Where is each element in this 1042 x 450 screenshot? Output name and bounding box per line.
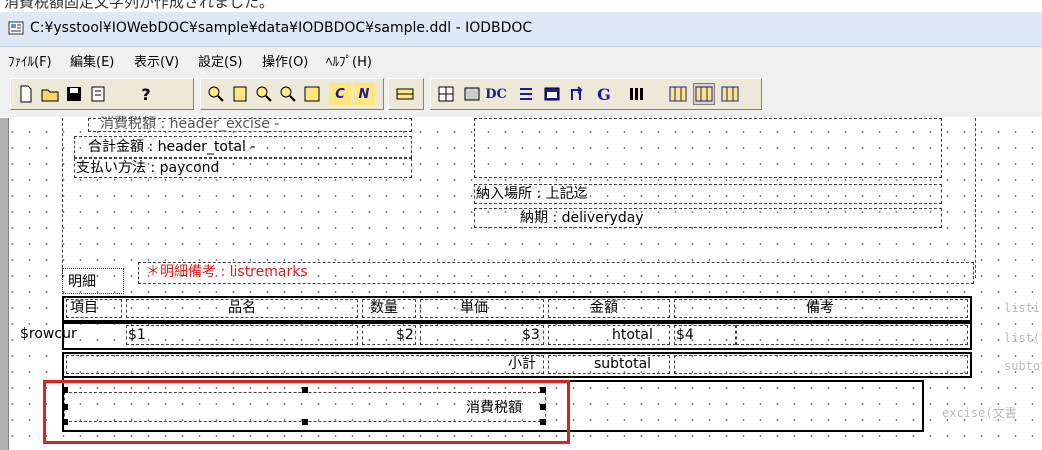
header-qty-text: 数量 <box>370 300 398 316</box>
flow-icon[interactable] <box>567 83 589 105</box>
caption-text: 消費税額固定文字列が作成されました。 <box>4 0 275 11</box>
zoom-out-icon[interactable] <box>253 83 275 105</box>
document-icon[interactable] <box>87 83 109 105</box>
menu-file[interactable]: ﾌｧｲﾙ(F) <box>8 51 52 70</box>
grid-icon[interactable] <box>301 83 323 105</box>
window-title: C:¥ysstool¥IOWebDOC¥sample¥data¥IODBDOC¥… <box>30 20 533 36</box>
header-price-text: 単価 <box>460 300 488 316</box>
header-amount-text: 金額 <box>590 300 618 316</box>
window-icon[interactable] <box>541 83 563 105</box>
detail-price-value: $3 <box>522 327 540 343</box>
zoom-fit-icon[interactable] <box>277 83 299 105</box>
italic-c-icon[interactable]: C <box>329 83 351 105</box>
box-icon[interactable] <box>394 83 416 105</box>
g-icon[interactable]: G <box>593 83 615 105</box>
save-icon[interactable] <box>63 83 85 105</box>
layout3-icon[interactable] <box>719 83 741 105</box>
listremarks-text: ＊明細備考 : listremarks <box>146 264 308 280</box>
toolbar: ? C N DC G <box>0 71 1042 117</box>
help-icon[interactable]: ? <box>135 83 157 105</box>
page-left-guide <box>62 118 63 278</box>
detail-remarks-value: $4 <box>676 327 694 343</box>
align-icon[interactable] <box>515 83 537 105</box>
highlight-box <box>43 380 570 444</box>
subtotal-value: subtotal <box>594 356 652 372</box>
toolbar-group-zoom: C N <box>200 78 384 110</box>
page-right-guide <box>975 118 976 278</box>
delivery-day-text: 納期 : deliveryday <box>520 210 644 226</box>
subtotal-remarks-cell <box>674 355 968 374</box>
canvas-left-ruler <box>0 118 9 450</box>
toolbar-group-box <box>388 78 424 110</box>
open-folder-icon[interactable] <box>39 83 61 105</box>
bars-icon[interactable] <box>625 83 647 105</box>
layout2-icon[interactable] <box>693 83 715 105</box>
detail-qty-value: $2 <box>396 327 414 343</box>
zoom-in-icon[interactable] <box>205 83 227 105</box>
detail-cell-remarks2 <box>736 325 968 345</box>
detail-amount-value: htotal <box>612 327 653 343</box>
header-item-text: 項目 <box>70 300 98 316</box>
frame-icon[interactable] <box>461 83 483 105</box>
address-block[interactable] <box>474 118 942 178</box>
right-note-subtot: subtot <box>1004 359 1042 373</box>
bold-n-icon[interactable]: N <box>353 83 375 105</box>
detail-cell-name <box>126 325 358 345</box>
title-bar: C:¥ysstool¥IOWebDOC¥sample¥data¥IODBDOC¥… <box>0 12 1042 47</box>
dc-icon[interactable]: DC <box>485 83 507 105</box>
caption-strip: 消費税額固定文字列が作成されました。 <box>0 0 1042 12</box>
delivery-place-text: 納入場所 : 上記迄 <box>476 186 588 202</box>
menu-operation[interactable]: 操作(O) <box>262 51 308 70</box>
detail-name-value: $1 <box>128 327 146 343</box>
right-note-listi: listi <box>1004 301 1041 315</box>
right-note-list: list(ﾌ <box>1004 331 1042 345</box>
toolbar-group-objects: DC G <box>430 78 762 110</box>
subtotal-label: 小計 <box>508 356 536 372</box>
page-icon[interactable] <box>229 83 251 105</box>
menu-bar: ﾌｧｲﾙ(F) 編集(E) 表示(V) 設定(S) 操作(O) ﾍﾙﾌﾟ(H) <box>0 47 1042 71</box>
menu-view[interactable]: 表示(V) <box>134 51 179 70</box>
toolbar-group-file: ? <box>10 78 194 110</box>
paycond-text: 支払い方法 : paycond <box>76 160 220 176</box>
layout1-icon[interactable] <box>667 83 689 105</box>
menu-edit[interactable]: 編集(E) <box>70 51 114 70</box>
subtotal-label-cell <box>66 355 544 374</box>
menu-settings[interactable]: 設定(S) <box>198 51 242 70</box>
right-note-excise: excise(文書 <box>942 406 1017 420</box>
header-remarks-text: 備考 <box>806 300 834 316</box>
section-label: 明細 <box>68 274 96 290</box>
menu-help[interactable]: ﾍﾙﾌﾟ(H) <box>326 51 372 70</box>
table-icon[interactable] <box>435 83 457 105</box>
header-name-text: 品名 <box>228 300 256 316</box>
new-file-icon[interactable] <box>15 83 37 105</box>
app-icon <box>8 21 24 35</box>
total-header-text: 合計金額 : header_total - <box>88 139 256 155</box>
excise-header-text: 消費税額 : header_excise - <box>100 116 280 132</box>
